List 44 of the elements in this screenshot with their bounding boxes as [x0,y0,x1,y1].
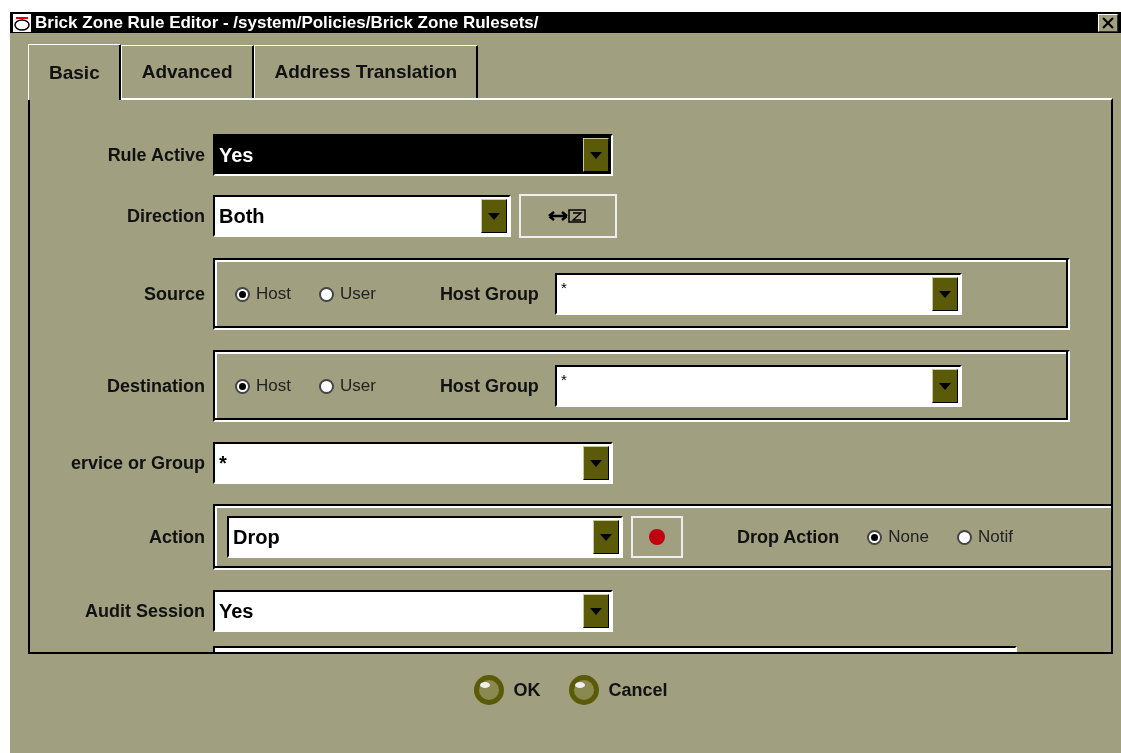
action-icon-button[interactable] [631,516,683,558]
radio-option[interactable]: Notif [956,527,1013,547]
dropdown[interactable]: Both [213,195,511,237]
field-label: Source [142,283,205,305]
dialog-button[interactable]: OK [473,674,541,706]
dropdown[interactable]: * [213,442,613,484]
radio-option[interactable]: User [318,376,376,396]
caret-down-icon [590,459,602,467]
radio-option[interactable]: Host [235,284,291,304]
close-button[interactable] [1098,13,1118,32]
dropdown[interactable]: Drop [227,516,623,558]
field-label: ervice or Group [69,452,205,474]
field-label: Host Group [439,375,539,397]
window-title: Brick Zone Rule Editor - /system/Policies/Brick Zone Rulesets/ [35,12,540,33]
field-label: Direction [126,205,205,227]
field-label: Destination [106,375,205,397]
dot-icon [647,527,667,547]
caret-down-icon [938,290,951,298]
tab[interactable]: Address Translation [253,45,479,98]
field-label: Host Group [439,283,539,305]
caret-down-icon [488,212,500,220]
tab[interactable]: Basic [28,44,121,100]
radio-option[interactable]: Host [235,376,291,396]
arrow-box-icon [547,208,589,224]
sphere-icon [568,674,601,706]
dropdown[interactable]: * [554,365,962,407]
field-label: Drop Action [737,526,840,548]
caret-down-icon [590,607,602,615]
dropdown[interactable]: Yes [213,590,613,632]
close-icon [1102,16,1114,29]
direction-toggle-button[interactable] [519,194,617,238]
field-label: Audit Session [84,600,205,622]
caret-down-icon [938,382,951,390]
dropdown[interactable]: Yes [213,134,613,176]
caret-down-icon [590,151,602,159]
field-label: Rule Active [106,144,205,166]
radio-option[interactable]: User [318,284,376,304]
radio-option[interactable]: None [867,527,929,547]
dropdown[interactable]: * [554,273,962,315]
field-label: Action [148,526,205,548]
sphere-icon [473,674,506,706]
tab[interactable]: Advanced [120,45,254,98]
caret-down-icon [600,533,612,541]
dialog-button[interactable]: Cancel [568,674,668,706]
